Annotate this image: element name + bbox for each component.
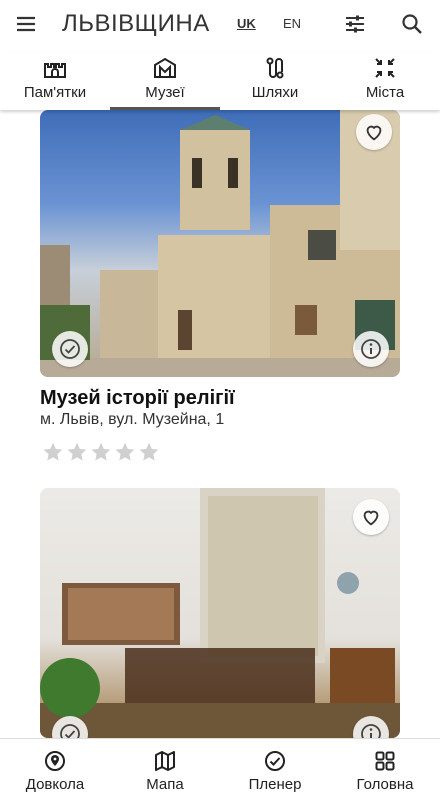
museum-title[interactable]: Музей історії релігії bbox=[40, 387, 235, 410]
tab-label: Міста bbox=[365, 84, 405, 101]
star-icon[interactable] bbox=[66, 441, 88, 463]
visited-button[interactable] bbox=[52, 331, 88, 367]
grid-icon bbox=[375, 751, 395, 771]
app-title: ЛЬВІВЩИНА bbox=[62, 10, 210, 37]
star-icon[interactable] bbox=[138, 441, 160, 463]
nearby-pin-icon bbox=[45, 751, 65, 771]
info-button[interactable] bbox=[353, 331, 389, 367]
language-en-link[interactable]: EN bbox=[283, 16, 301, 31]
nav-plein-air[interactable]: Пленер bbox=[220, 739, 330, 800]
language-uk-link[interactable]: UK bbox=[237, 16, 256, 31]
search-icon bbox=[402, 14, 422, 34]
heart-outline-icon bbox=[363, 510, 379, 526]
menu-button[interactable] bbox=[6, 4, 46, 44]
museum-address: м. Львів, вул. Музейна, 1 bbox=[40, 411, 225, 428]
favorite-button[interactable] bbox=[356, 114, 392, 150]
rating-stars[interactable] bbox=[42, 441, 160, 463]
nav-nearby[interactable]: Довкола bbox=[0, 739, 110, 800]
check-circle-icon bbox=[265, 751, 285, 771]
tab-label: Музеї bbox=[145, 84, 185, 101]
sliders-icon bbox=[346, 15, 364, 33]
info-icon bbox=[361, 339, 381, 359]
museum-photo[interactable] bbox=[40, 110, 400, 377]
nav-label: Головна bbox=[356, 776, 414, 793]
tab-monuments[interactable]: Пам'ятки bbox=[0, 52, 110, 110]
tab-museums[interactable]: Музеї bbox=[110, 52, 220, 110]
nav-map[interactable]: Мапа bbox=[110, 739, 220, 800]
star-icon[interactable] bbox=[114, 441, 136, 463]
nav-label: Довкола bbox=[25, 776, 85, 793]
nav-label: Мапа bbox=[146, 776, 184, 793]
app-bar: ЛЬВІВЩИНА UK EN bbox=[0, 0, 440, 48]
tab-label: Пам'ятки bbox=[23, 84, 87, 101]
bottom-navigation: Довкола Мапа Пленер Головна bbox=[0, 738, 440, 800]
nav-home[interactable]: Головна bbox=[330, 739, 440, 800]
info-icon bbox=[361, 724, 381, 738]
category-tabs: Пам'ятки Музеї Шляхи Міста bbox=[0, 52, 440, 110]
heart-outline-icon bbox=[366, 125, 382, 141]
favorite-button[interactable] bbox=[353, 499, 389, 535]
castle-icon bbox=[44, 63, 66, 78]
museum-icon bbox=[154, 57, 176, 78]
tab-cities[interactable]: Міста bbox=[330, 52, 440, 110]
check-circle-icon bbox=[60, 339, 80, 359]
search-button[interactable] bbox=[392, 4, 432, 44]
star-icon[interactable] bbox=[90, 441, 112, 463]
hamburger-menu-icon bbox=[17, 16, 35, 32]
filter-button[interactable] bbox=[335, 4, 375, 44]
nav-label: Пленер bbox=[248, 776, 302, 793]
route-icon bbox=[266, 57, 284, 79]
tab-label: Шляхи bbox=[251, 84, 299, 101]
collapse-icon bbox=[375, 58, 395, 78]
map-icon bbox=[155, 751, 175, 771]
star-icon[interactable] bbox=[42, 441, 64, 463]
tab-routes[interactable]: Шляхи bbox=[220, 52, 330, 110]
interior-photo-illustration bbox=[40, 488, 400, 738]
check-circle-icon bbox=[60, 724, 80, 738]
museum-list[interactable]: Музей історії релігії м. Львів, вул. Муз… bbox=[0, 110, 440, 738]
church-photo-illustration bbox=[40, 110, 400, 377]
museum-photo[interactable] bbox=[40, 488, 400, 738]
